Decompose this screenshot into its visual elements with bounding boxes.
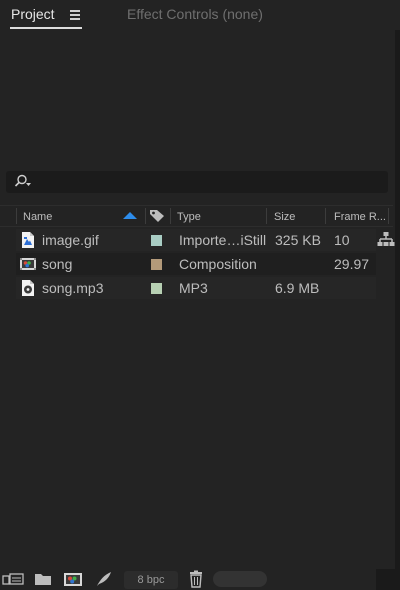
- item-name: song.mp3: [42, 280, 104, 296]
- horizontal-scrollbar[interactable]: [213, 571, 267, 587]
- new-folder-icon[interactable]: [33, 570, 53, 588]
- column-type[interactable]: Type: [177, 206, 201, 226]
- column-name[interactable]: Name: [23, 206, 52, 226]
- item-name: song: [42, 256, 73, 272]
- column-separator[interactable]: [170, 208, 171, 224]
- tab-effect-controls[interactable]: Effect Controls (none): [127, 6, 263, 22]
- sort-ascending-icon[interactable]: [123, 212, 137, 219]
- column-header: Name Type Size Frame R...: [0, 205, 393, 227]
- label-color-swatch[interactable]: [151, 235, 162, 246]
- audio-file-icon: [22, 280, 34, 296]
- column-separator[interactable]: [266, 208, 267, 224]
- label-color-swatch[interactable]: [151, 259, 162, 270]
- interpret-footage-icon[interactable]: [2, 570, 24, 588]
- panel-edge: [395, 30, 400, 590]
- project-item-row[interactable]: song.mp3 MP3 6.9 MB: [16, 277, 376, 299]
- column-separator[interactable]: [145, 208, 146, 224]
- search-icon[interactable]: [14, 174, 32, 190]
- bit-depth-button[interactable]: 8 bpc: [124, 571, 178, 589]
- column-separator[interactable]: [388, 208, 389, 224]
- label-tag-icon[interactable]: [149, 209, 165, 223]
- composition-icon: [20, 258, 36, 270]
- item-frame-rate: 10: [334, 232, 350, 248]
- column-size[interactable]: Size: [274, 206, 295, 226]
- item-type: MP3: [179, 280, 208, 296]
- item-size: 325 KB: [275, 232, 321, 248]
- panel-menu-icon[interactable]: [70, 10, 80, 20]
- column-separator[interactable]: [325, 208, 326, 224]
- project-panel: Project Effect Controls (none) Name Type…: [0, 0, 400, 590]
- item-size: 6.9 MB: [275, 280, 320, 296]
- column-frame-rate[interactable]: Frame R...: [334, 206, 386, 226]
- tab-project[interactable]: Project: [11, 6, 55, 22]
- trash-icon[interactable]: [186, 570, 206, 588]
- search-field[interactable]: [6, 171, 388, 193]
- project-item-row[interactable]: song Composition 29.97: [16, 253, 376, 275]
- active-tab-underline: [10, 27, 82, 29]
- item-type: Importe…iStill: [179, 232, 267, 248]
- column-separator[interactable]: [16, 208, 17, 224]
- project-settings-icon[interactable]: [94, 570, 114, 588]
- item-name: image.gif: [42, 232, 99, 248]
- label-color-swatch[interactable]: [151, 283, 162, 294]
- panel-tab-bar: Project Effect Controls (none): [0, 0, 400, 30]
- item-frame-rate: 29.97: [334, 256, 370, 272]
- project-item-row[interactable]: image.gif Importe…iStill 325 KB 10: [16, 229, 376, 251]
- bottom-toolbar: 8 bpc: [0, 569, 400, 590]
- search-input[interactable]: [42, 173, 376, 193]
- scrollbar-corner: [376, 569, 400, 590]
- new-composition-icon[interactable]: [62, 570, 84, 588]
- image-file-icon: [22, 232, 34, 248]
- flowchart-icon[interactable]: [377, 231, 395, 247]
- item-type: Composition: [179, 256, 257, 272]
